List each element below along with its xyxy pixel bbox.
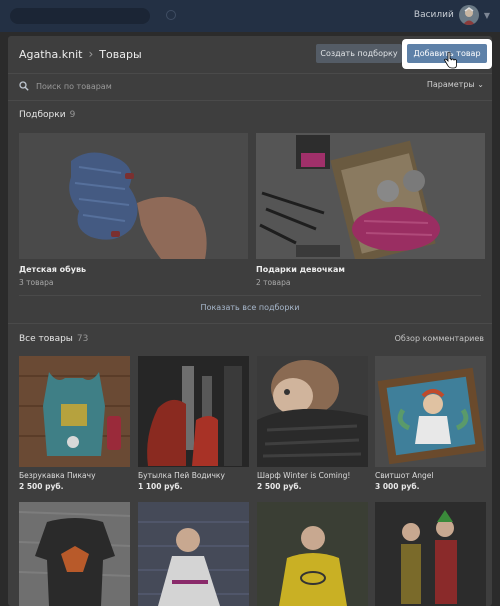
product-price: 1 100 руб. xyxy=(138,482,183,491)
divider xyxy=(8,323,492,324)
params-dropdown[interactable]: Параметры ⌄ xyxy=(427,80,484,89)
album-name[interactable]: Подарки девочкам xyxy=(256,265,345,274)
product-name[interactable]: Свитшот Angel xyxy=(375,471,433,480)
product-image-water-bottle[interactable] xyxy=(138,356,249,467)
breadcrumb-current: Товары xyxy=(99,47,142,61)
product-image-fox-sweater[interactable] xyxy=(19,502,130,606)
comments-review-link[interactable]: Обзор комментариев xyxy=(395,334,484,343)
user-name: Василий xyxy=(413,10,454,20)
products-count: 73 xyxy=(76,334,89,344)
product-price: 2 500 руб. xyxy=(257,482,302,491)
product-image-party-kids[interactable] xyxy=(375,502,486,606)
search-input[interactable] xyxy=(36,79,296,93)
market-panel: Agatha.knit › Товары Создать подборку До… xyxy=(8,36,492,606)
product-image-yellow-sweater[interactable] xyxy=(257,502,368,606)
search-icon xyxy=(19,81,29,91)
albums-count: 9 xyxy=(69,110,76,120)
breadcrumb-community[interactable]: Agatha.knit xyxy=(19,48,82,61)
show-all-albums-link[interactable]: Показать все подборки xyxy=(8,303,492,312)
albums-title: Подборки xyxy=(19,110,66,120)
products-section-title: Все товары 73 xyxy=(19,334,88,344)
product-name[interactable]: Бутылка Пей Водичку xyxy=(138,471,225,480)
product-price: 3 000 руб. xyxy=(375,482,420,491)
product-image-kid-dress[interactable] xyxy=(138,502,249,606)
product-image-pikachu-vest[interactable] xyxy=(19,356,130,467)
product-image-angel-sweatshirt[interactable] xyxy=(375,356,486,467)
global-search-bar[interactable] xyxy=(10,8,150,24)
divider xyxy=(19,295,481,296)
breadcrumb-separator-icon: › xyxy=(88,47,94,61)
album-name[interactable]: Детская обувь xyxy=(19,265,86,274)
product-price: 2 500 руб. xyxy=(19,482,64,491)
products-title: Все товары xyxy=(19,334,73,344)
notifications-icon[interactable] xyxy=(166,10,176,20)
album-count: 2 товара xyxy=(256,278,291,287)
hand-cursor-icon xyxy=(444,52,457,69)
breadcrumb: Agatha.knit › Товары xyxy=(19,47,142,61)
album-count: 3 товара xyxy=(19,278,54,287)
album-image-girls-gifts[interactable] xyxy=(256,133,485,259)
params-label: Параметры xyxy=(426,80,475,89)
search-row: Параметры ⌄ xyxy=(8,73,492,99)
avatar xyxy=(458,5,479,25)
product-name[interactable]: Шарф Winter is Coming! xyxy=(257,471,350,480)
create-album-button[interactable]: Создать подборку xyxy=(316,44,402,63)
product-name[interactable]: Безрукавка Пикачу xyxy=(19,471,96,480)
user-menu[interactable]: Василий ▼ xyxy=(414,5,490,25)
album-image-kids-shoes[interactable] xyxy=(19,133,248,259)
top-bar: Василий ▼ xyxy=(0,0,500,32)
chevron-down-icon: ⌄ xyxy=(477,80,484,89)
chevron-down-icon: ▼ xyxy=(483,10,490,20)
product-image-winter-scarf[interactable] xyxy=(257,356,368,467)
divider xyxy=(8,100,492,101)
albums-section-title: Подборки 9 xyxy=(19,110,75,120)
